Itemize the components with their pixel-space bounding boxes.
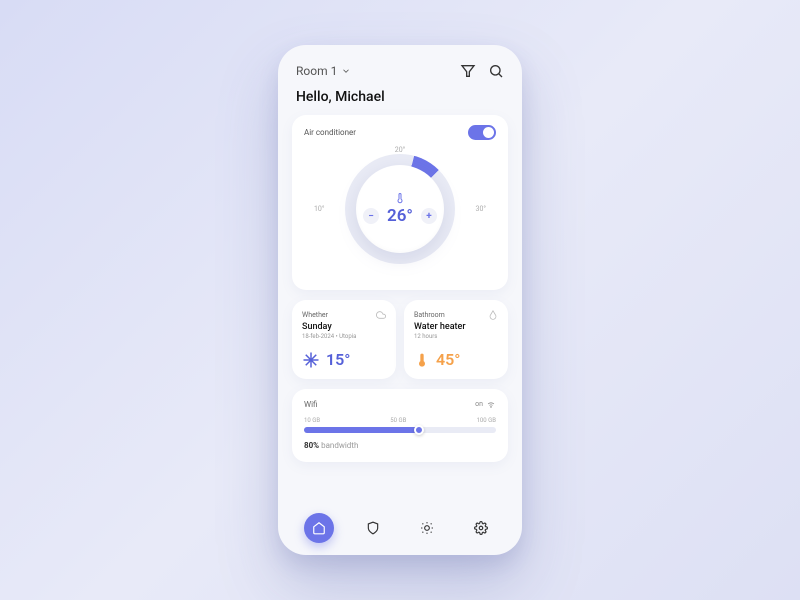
wifi-scale-mid: 50 GB: [390, 417, 406, 424]
wifi-bandwidth-pct: 80%: [304, 441, 319, 450]
room-label: Room 1: [296, 64, 337, 78]
chevron-down-icon: [341, 66, 351, 76]
greeting-text: Hello, Michael: [296, 89, 504, 105]
temperature-dial[interactable]: 20° 10° 30° − 26° +: [304, 144, 496, 274]
snowflake-icon: [302, 351, 320, 369]
ac-label: Air conditioner: [304, 128, 356, 137]
temp-decrease-button[interactable]: −: [363, 208, 379, 224]
dial-scale-left: 10°: [314, 205, 324, 213]
bottom-nav: [292, 505, 508, 545]
wifi-bar-knob[interactable]: [414, 425, 424, 435]
dial-ring: − 26° +: [345, 154, 455, 264]
thermometer-icon: [394, 192, 406, 204]
wifi-bandwidth-label: bandwidth: [321, 441, 358, 450]
info-cards-row: Whether Sunday 18-feb-2024 • Utopia 15° …: [292, 300, 508, 379]
filter-icon[interactable]: [460, 63, 476, 79]
ac-toggle[interactable]: [468, 125, 496, 140]
shield-icon: [366, 521, 380, 535]
wifi-title: Wifi: [304, 400, 317, 409]
thermometer-hot-icon: [414, 352, 430, 368]
bathroom-temp: 45°: [436, 350, 460, 369]
home-icon: [312, 521, 326, 535]
phone-frame: Room 1 Hello, Michael Air conditioner 20…: [278, 45, 522, 555]
wifi-scale-low: 10 GB: [304, 417, 320, 424]
wifi-scale: 10 GB 50 GB 100 GB: [304, 417, 496, 424]
air-conditioner-card: Air conditioner 20° 10° 30° − 26° +: [292, 115, 508, 290]
nav-home[interactable]: [304, 513, 334, 543]
temperature-value: 26°: [387, 206, 413, 226]
bathroom-title: Bathroom: [414, 311, 445, 319]
weather-day: Sunday: [302, 322, 386, 332]
wifi-icon: [486, 399, 496, 409]
gear-icon: [474, 521, 488, 535]
wifi-bar-fill: [304, 427, 419, 433]
weather-card[interactable]: Whether Sunday 18-feb-2024 • Utopia 15°: [292, 300, 396, 379]
room-selector[interactable]: Room 1: [296, 64, 351, 78]
temperature-controls: − 26° +: [363, 206, 437, 226]
wifi-status[interactable]: on: [475, 399, 496, 409]
temp-increase-button[interactable]: +: [421, 208, 437, 224]
wifi-bandwidth: 80% bandwidth: [304, 441, 496, 450]
nav-settings[interactable]: [466, 513, 496, 543]
nav-security[interactable]: [358, 513, 388, 543]
search-icon[interactable]: [488, 63, 504, 79]
wifi-card: Wifi on 10 GB 50 GB 100 GB 80% bandwidth: [292, 389, 508, 462]
nav-brightness[interactable]: [412, 513, 442, 543]
bathroom-device: Water heater: [414, 322, 498, 332]
ac-header: Air conditioner: [304, 125, 496, 140]
bathroom-duration: 12 hours: [414, 333, 498, 340]
weather-temp: 15°: [326, 350, 350, 369]
top-icons: [460, 63, 504, 79]
weather-date: 18-feb-2024 • Utopia: [302, 333, 386, 340]
wifi-status-text: on: [475, 400, 483, 408]
droplet-icon: [488, 310, 498, 320]
weather-title: Whether: [302, 311, 328, 319]
wifi-usage-slider[interactable]: [304, 427, 496, 433]
dial-scale-top: 20°: [395, 146, 405, 154]
bathroom-card[interactable]: Bathroom Water heater 12 hours 45°: [404, 300, 508, 379]
top-bar: Room 1: [292, 63, 508, 79]
dial-face: − 26° +: [356, 165, 444, 253]
cloud-icon: [376, 310, 386, 320]
dial-scale-right: 30°: [476, 205, 486, 213]
sun-icon: [420, 521, 434, 535]
wifi-scale-high: 100 GB: [477, 417, 496, 424]
